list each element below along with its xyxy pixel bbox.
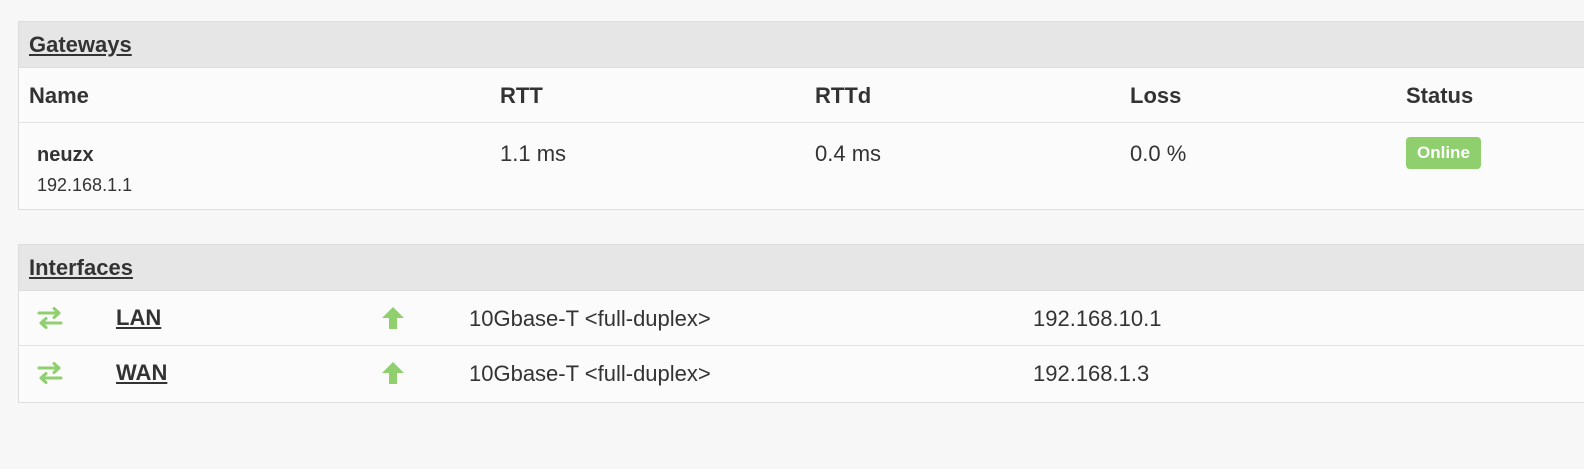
column-rtt-header: RTT (500, 83, 543, 108)
interfaces-title-link[interactable]: Interfaces (29, 255, 133, 281)
interface-ip-lan: 192.168.10.1 (1033, 306, 1162, 331)
interface-ip-wan: 192.168.1.3 (1033, 361, 1150, 386)
gateways-title-link[interactable]: Gateways (29, 32, 132, 58)
column-loss-header: Loss (1130, 83, 1182, 108)
gateway-rtt: 1.1 ms (500, 141, 567, 166)
gateways-table-header: Name RTT RTTd Loss Status (19, 68, 1584, 123)
swap-arrows-icon (37, 307, 63, 329)
interface-name-wan-link[interactable]: WAN (116, 360, 167, 386)
arrow-up-icon (382, 307, 404, 329)
gateway-name: neuzx (37, 144, 94, 166)
column-status-header: Status (1406, 83, 1474, 108)
gateways-header: Gateways (19, 22, 1584, 68)
gateways-widget: Gateways Name RTT RTTd Loss Status neuzx… (18, 21, 1584, 210)
interface-media-wan: 10Gbase-T <full-duplex> (469, 361, 711, 386)
gateway-loss: 0.0 % (1130, 141, 1187, 166)
interfaces-widget: Interfaces LAN 10Gbase-T <full-duplex> 1… (18, 244, 1584, 403)
interface-media-lan: 10Gbase-T <full-duplex> (469, 306, 711, 331)
gateway-status-badge: Online (1406, 137, 1481, 169)
column-rttd-header: RTTd (815, 83, 872, 108)
column-name-header: Name (29, 83, 89, 108)
gateway-row: neuzx 192.168.1.1 1.1 ms 0.4 ms 0.0 % On… (19, 123, 1584, 209)
interface-row-wan: WAN 10Gbase-T <full-duplex> 192.168.1.3 (19, 346, 1584, 400)
interface-name-lan-link[interactable]: LAN (116, 305, 161, 331)
gateway-address: 192.168.1.1 (37, 175, 133, 195)
interfaces-header: Interfaces (19, 245, 1584, 291)
gateway-rttd: 0.4 ms (815, 141, 882, 166)
interface-row-lan: LAN 10Gbase-T <full-duplex> 192.168.10.1 (19, 291, 1584, 346)
swap-arrows-icon (37, 362, 63, 384)
arrow-up-icon (382, 362, 404, 384)
